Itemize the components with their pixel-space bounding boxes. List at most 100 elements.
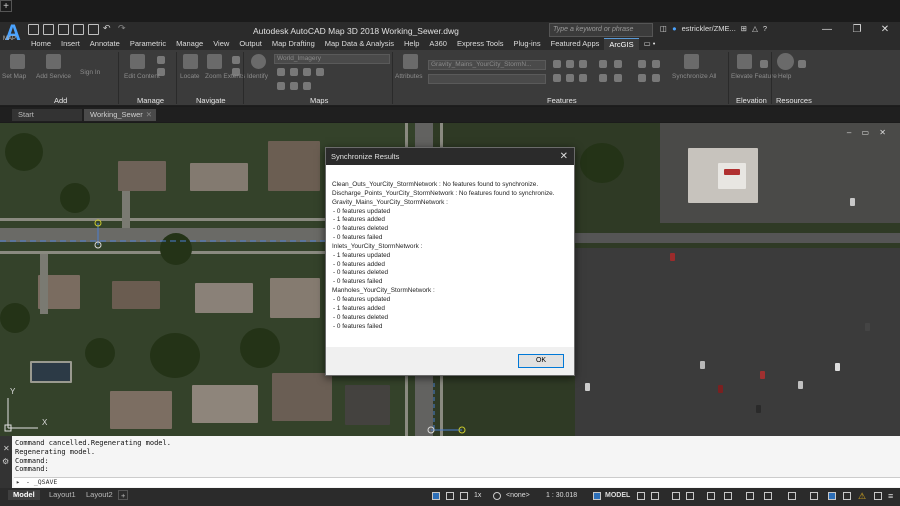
lock-icon[interactable] (593, 492, 601, 500)
feature-tool-icon[interactable] (579, 60, 587, 68)
feature-tool-icon[interactable] (652, 74, 660, 82)
map-tool-icon[interactable] (432, 492, 440, 500)
feature-tool-icon[interactable] (553, 74, 561, 82)
warning-icon[interactable]: ⚠ (858, 492, 866, 501)
synchronize-all-icon[interactable] (684, 54, 699, 69)
print-icon[interactable] (88, 24, 99, 35)
search-input[interactable]: Type a keyword or phrase (549, 23, 653, 37)
clean-screen-icon[interactable] (874, 492, 882, 500)
feature-tool-icon[interactable] (566, 74, 574, 82)
close-icon[interactable]: ✕ (560, 148, 568, 165)
open-file-icon[interactable] (43, 24, 54, 35)
feature-tool-icon[interactable] (599, 74, 607, 82)
identify-icon[interactable] (251, 54, 266, 69)
annotation-icon[interactable] (764, 492, 772, 500)
hardware-acceleration-icon[interactable] (843, 492, 851, 500)
minimize-button[interactable]: — (820, 23, 834, 36)
navigate-tool-icon[interactable] (232, 68, 240, 76)
new-tab-button[interactable]: + (0, 0, 12, 12)
tab-layout1[interactable]: Layout1 (44, 490, 81, 500)
attributes-icon[interactable] (403, 54, 418, 69)
ok-button[interactable]: OK (518, 354, 564, 368)
tab-view[interactable]: View (208, 38, 234, 50)
feature-tool-icon[interactable] (652, 60, 660, 68)
tab-annotate[interactable]: Annotate (85, 38, 125, 50)
feature-tool-icon[interactable] (614, 60, 622, 68)
panel-title-manage[interactable]: Manage (137, 96, 164, 105)
alert-icon[interactable]: △ (752, 24, 758, 33)
annotation-scale[interactable]: 1x (474, 492, 481, 499)
user-signin[interactable]: estrickler/ZME... (682, 24, 736, 33)
save-icon[interactable] (58, 24, 69, 35)
zoom-extents-icon[interactable] (207, 54, 222, 69)
maps-tool-icon[interactable] (290, 68, 298, 76)
osnap-icon[interactable] (707, 492, 715, 500)
maps-tool-icon[interactable] (277, 68, 285, 76)
panel-title-navigate[interactable]: Navigate (196, 96, 226, 105)
sign-in-label[interactable]: Sign In (80, 69, 100, 76)
panel-title-resources[interactable]: Resources (776, 96, 812, 105)
tab-home[interactable]: Home (26, 38, 56, 50)
tab-a360[interactable]: A360 (424, 38, 452, 50)
command-line-handle[interactable]: ✕ ⚙ (0, 436, 12, 488)
coordinate-system[interactable]: <none> (506, 492, 530, 499)
new-file-icon[interactable] (28, 24, 39, 35)
wrench-icon[interactable]: ⚙ (0, 453, 12, 466)
feature-tool-icon[interactable] (638, 74, 646, 82)
snap-icon[interactable] (651, 492, 659, 500)
model-space-toggle[interactable]: MODEL (605, 492, 630, 499)
annotation-monitor-icon[interactable] (810, 492, 818, 500)
map-scale[interactable]: 1 : 30.018 (546, 492, 577, 499)
tab-working-sewer[interactable]: Working_Sewer ✕ (84, 109, 156, 121)
dialog-title-bar[interactable]: Synchronize Results ✕ (326, 148, 574, 165)
tab-featured-apps[interactable]: Featured Apps (546, 38, 605, 50)
basemap-dropdown[interactable]: World_Imagery (274, 54, 390, 64)
manage-tool-icon[interactable] (157, 68, 165, 76)
tool-icon[interactable] (460, 492, 468, 500)
restore-button[interactable]: ❐ (850, 23, 864, 36)
feature-tool-icon[interactable] (566, 60, 574, 68)
tab-insert[interactable]: Insert (56, 38, 85, 50)
resources-tool-icon[interactable] (798, 60, 806, 68)
manage-tool-icon[interactable] (157, 56, 165, 64)
help-icon[interactable] (777, 53, 794, 70)
maps-tool-icon[interactable] (303, 82, 311, 90)
close-icon[interactable]: ✕ (146, 109, 152, 121)
new-layout-button[interactable]: + (118, 490, 129, 500)
edit-content-icon[interactable] (130, 54, 145, 69)
otrack-icon[interactable] (724, 492, 732, 500)
feature-tool-icon[interactable] (638, 60, 646, 68)
tab-parametric[interactable]: Parametric (125, 38, 171, 50)
tab-plug-ins[interactable]: Plug-ins (509, 38, 546, 50)
tab-express-tools[interactable]: Express Tools (452, 38, 509, 50)
isolate-icon[interactable] (828, 492, 836, 500)
customization-menu-icon[interactable]: ≡ (888, 492, 896, 501)
workspace-gear-icon[interactable] (788, 492, 796, 500)
maps-tool-icon[interactable] (303, 68, 311, 76)
redo-icon[interactable]: ↷ (118, 24, 129, 35)
help-icon[interactable]: ? (763, 24, 767, 33)
close-icon[interactable]: ✕ (0, 436, 12, 453)
tab-model[interactable]: Model (8, 490, 40, 500)
panel-title-features[interactable]: Features (547, 96, 577, 105)
tab-manage[interactable]: Manage (171, 38, 208, 50)
undo-icon[interactable]: ↶ (103, 24, 114, 35)
panel-title-maps[interactable]: Maps (310, 96, 328, 105)
application-menu-button[interactable]: A MAP (0, 22, 26, 46)
maps-tool-icon[interactable] (290, 82, 298, 90)
feature-layer-dropdown[interactable]: Gravity_Mains_YourCity_StormN... (428, 60, 546, 70)
lineweight-icon[interactable] (746, 492, 754, 500)
polar-icon[interactable] (686, 492, 694, 500)
tab-map-data-analysis[interactable]: Map Data & Analysis (320, 38, 399, 50)
feature-tool-icon[interactable] (599, 60, 607, 68)
save-as-icon[interactable] (73, 24, 84, 35)
set-map-icon[interactable] (10, 54, 25, 69)
close-button[interactable]: ✕ (878, 23, 892, 36)
feature-tool-icon[interactable] (553, 60, 561, 68)
navigate-tool-icon[interactable] (232, 56, 240, 64)
tool-icon[interactable] (446, 492, 454, 500)
add-service-icon[interactable] (46, 54, 61, 69)
cart-icon[interactable]: ⊞ (741, 24, 747, 33)
ortho-icon[interactable] (672, 492, 680, 500)
command-input[interactable]: ▸ - _QSAVE (14, 477, 900, 487)
